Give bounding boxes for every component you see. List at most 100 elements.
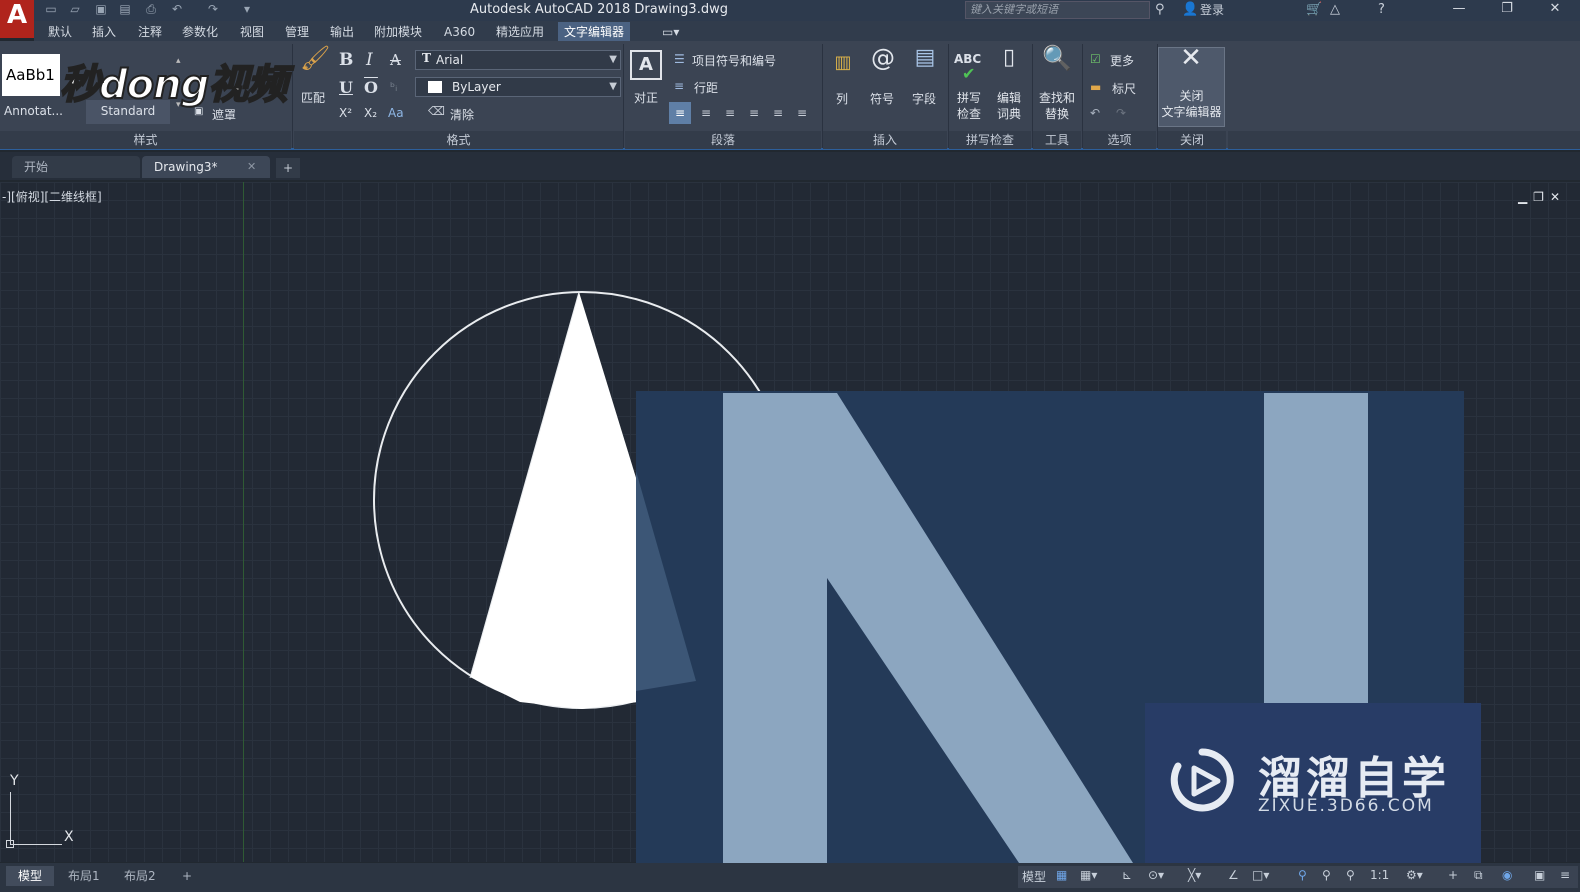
italic-button[interactable]: I — [366, 50, 373, 70]
customize-status-icon[interactable]: ≡ — [1560, 868, 1570, 882]
model-space-button[interactable]: 模型 — [1022, 868, 1046, 885]
find-replace-icon[interactable]: 🔍 — [1040, 46, 1074, 70]
tab-text-editor[interactable]: 文字编辑器 — [558, 22, 631, 42]
distribute-icon[interactable]: ≡ — [767, 102, 789, 124]
object-snap-tracking-icon[interactable]: ∠ — [1228, 868, 1239, 882]
annotation-visibility-icon[interactable]: ⚲ — [1298, 868, 1307, 882]
spell-check-button[interactable]: 拼写 检查 — [954, 90, 984, 122]
field-icon[interactable]: ▤ — [910, 47, 940, 69]
tab-manage[interactable]: 管理 — [279, 22, 315, 42]
a360-icon[interactable]: △ — [1330, 1, 1340, 19]
annotation-scale-icon[interactable]: ⚲ — [1346, 868, 1355, 882]
search-input[interactable]: 键入关键字或短语 — [965, 1, 1150, 19]
ortho-icon[interactable]: ⊾ — [1122, 868, 1132, 882]
at-symbol-icon[interactable]: @ — [866, 46, 900, 70]
new-tab-button[interactable]: + — [276, 158, 300, 178]
new-file-icon[interactable]: ▭ — [44, 2, 58, 16]
help-icon[interactable]: ? — [1378, 1, 1385, 19]
columns-button[interactable]: 列 — [836, 90, 848, 107]
align-center-icon[interactable]: ≡ — [695, 102, 717, 124]
find-replace-button[interactable]: 查找和 替换 — [1034, 90, 1080, 122]
clear-button[interactable]: 清除 — [450, 106, 474, 123]
tab-a360[interactable]: A360 — [438, 22, 481, 42]
bold-button[interactable]: B — [339, 50, 353, 70]
autocad-logo-icon[interactable]: A — [0, 0, 34, 38]
superscript-button[interactable]: X² — [339, 106, 352, 120]
match-button[interactable]: 匹配 — [301, 89, 325, 106]
clean-screen-icon[interactable]: ▣ — [1534, 868, 1545, 882]
spell-panel-title: 拼写检查 — [949, 131, 1031, 149]
object-snap-icon[interactable]: □▾ — [1252, 868, 1269, 882]
edit-dictionary-button[interactable]: 编辑 词典 — [994, 90, 1024, 122]
chevron-down-icon: ▼ — [609, 81, 617, 92]
tab-output[interactable]: 输出 — [324, 22, 360, 42]
grid-icon[interactable]: ▦ — [1056, 868, 1067, 882]
redo-text-icon[interactable]: ↷ — [1116, 106, 1126, 120]
undo-icon[interactable]: ↶ — [170, 2, 184, 16]
maximize-button[interactable]: ❐ — [1484, 0, 1530, 20]
justify-icon[interactable]: ≡ — [743, 102, 765, 124]
panel-toggle-icon[interactable]: ▭▾ — [656, 22, 685, 42]
insert-panel-title: 插入 — [823, 131, 947, 149]
ruler-button[interactable]: 标尺 — [1112, 80, 1136, 97]
color-select[interactable]: ByLayer ▼ — [415, 77, 621, 97]
print-icon[interactable]: ⎙ — [144, 2, 158, 16]
add-icon[interactable]: + — [1448, 868, 1458, 882]
line-spacing-icon: ≡ — [674, 79, 685, 93]
tab-layout2[interactable]: 布局2 — [112, 866, 168, 886]
tab-default[interactable]: 默认 — [42, 22, 78, 42]
tab-start[interactable]: 开始 — [12, 156, 140, 178]
close-tab-icon[interactable]: ✕ — [247, 160, 256, 173]
align-left-icon[interactable]: ≡ — [669, 102, 691, 124]
font-select[interactable]: T Arial ▼ — [415, 50, 621, 70]
subscript-button[interactable]: X₂ — [364, 106, 377, 120]
auto-scale-icon[interactable]: ⚲ — [1322, 868, 1331, 882]
workspace-gear-icon[interactable]: ⚙▾ — [1406, 868, 1423, 882]
tab-addins[interactable]: 附加模块 — [368, 22, 428, 42]
text-style-sample[interactable]: AaBb1 — [2, 54, 60, 96]
justification-button[interactable]: 对正 — [634, 89, 658, 106]
open-file-icon[interactable]: ▱ — [68, 2, 82, 16]
tab-insert[interactable]: 插入 — [86, 22, 122, 42]
align-right-icon[interactable]: ≡ — [719, 102, 741, 124]
add-layout-button[interactable]: + — [170, 866, 204, 886]
undo-text-icon[interactable]: ↶ — [1090, 106, 1100, 120]
dictionary-icon[interactable]: ▯ — [996, 47, 1022, 69]
customize-quick-access-icon[interactable]: ▾ — [240, 2, 254, 16]
binoculars-icon[interactable]: ⚲ — [1155, 1, 1165, 19]
oblique-icon[interactable]: ᵇᵢ — [390, 80, 397, 94]
field-button[interactable]: 字段 — [912, 90, 936, 107]
polar-icon[interactable]: ⊙▾ — [1148, 868, 1164, 882]
more-button[interactable]: 更多 — [1110, 52, 1134, 69]
hardware-acceleration-icon[interactable]: ◉ — [1502, 868, 1512, 882]
tab-view[interactable]: 视图 — [234, 22, 270, 42]
tab-featured-apps[interactable]: 精选应用 — [490, 22, 550, 42]
close-window-button[interactable]: ✕ — [1532, 0, 1578, 20]
login-button[interactable]: 登录 — [1200, 1, 1224, 19]
underline-button[interactable]: U — [339, 78, 353, 97]
bullets-button[interactable]: 项目符号和编号 — [692, 52, 776, 69]
minimize-button[interactable]: — — [1436, 0, 1482, 20]
tab-model[interactable]: 模型 — [6, 866, 55, 886]
symbol-button[interactable]: 符号 — [870, 90, 894, 107]
line-spacing-button[interactable]: 行距 — [694, 79, 718, 96]
save-icon[interactable]: ▣ — [94, 2, 108, 16]
cart-icon[interactable]: 🛒 — [1306, 1, 1322, 19]
annotative-button[interactable]: Annotat... — [4, 104, 63, 118]
tab-parametric[interactable]: 参数化 — [176, 22, 224, 42]
isodraft-icon[interactable]: ╳▾ — [1188, 868, 1201, 882]
snap-icon[interactable]: ▦▾ — [1080, 868, 1097, 882]
overline-button[interactable]: O — [364, 78, 378, 97]
scale-select[interactable]: 1:1 — [1370, 868, 1389, 882]
change-case-button[interactable]: Aa — [388, 106, 404, 120]
strikethrough-button[interactable]: A — [390, 51, 401, 69]
columns-icon[interactable]: ▥ — [830, 54, 856, 72]
tab-annotate[interactable]: 注释 — [132, 22, 168, 42]
justification-icon[interactable]: A — [630, 50, 662, 80]
tab-layout1[interactable]: 布局1 — [56, 866, 112, 886]
isolate-objects-icon[interactable]: ⧉ — [1474, 868, 1483, 883]
redo-icon[interactable]: ↷ — [206, 2, 220, 16]
save-as-icon[interactable]: ▤ — [118, 2, 132, 16]
match-paintbrush-icon[interactable]: 🖌 — [300, 46, 330, 70]
distribute-all-icon[interactable]: ≡ — [791, 102, 813, 124]
